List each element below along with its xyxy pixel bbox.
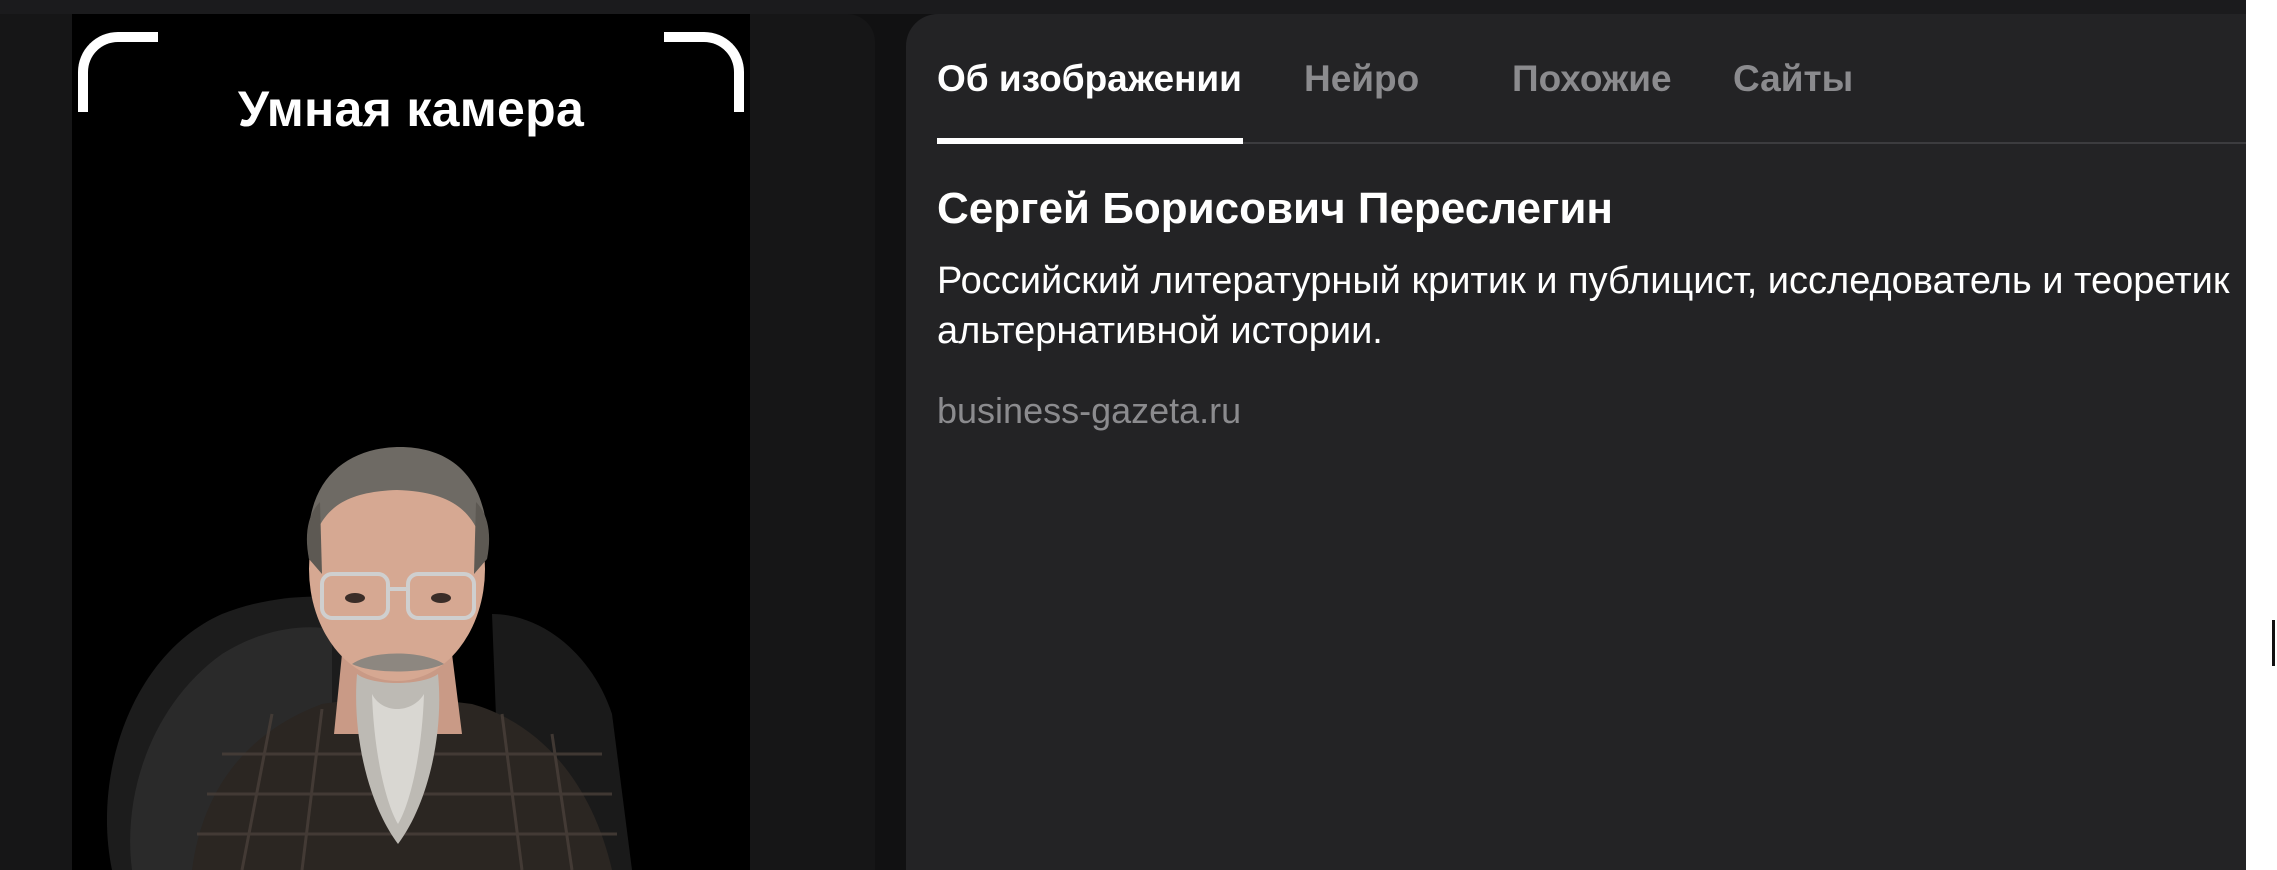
tab-about-image[interactable]: Об изображении — [937, 58, 1242, 100]
tab-neuro[interactable]: Нейро — [1304, 58, 1419, 100]
window-edge — [2246, 0, 2277, 870]
entity-description: Российский литературный критик и публици… — [937, 260, 2230, 352]
entity-title: Сергей Борисович Переслегин — [937, 184, 1613, 233]
tab-sites[interactable]: Сайты — [1733, 58, 1853, 100]
tab-similar[interactable]: Похожие — [1512, 58, 1672, 100]
smart-camera-view[interactable]: Умная камера — [72, 14, 750, 870]
tab-bar: Об изображении Нейро Похожие Сайты — [937, 14, 2246, 144]
source-link[interactable]: business-gazeta.ru — [937, 390, 1241, 432]
person-photo — [106, 446, 632, 870]
top-strip — [0, 0, 2277, 14]
active-tab-indicator — [937, 138, 1243, 144]
text-cursor — [2272, 620, 2275, 666]
results-panel: Об изображении Нейро Похожие Сайты Серге… — [906, 14, 2246, 870]
camera-title: Умная камера — [237, 81, 585, 137]
